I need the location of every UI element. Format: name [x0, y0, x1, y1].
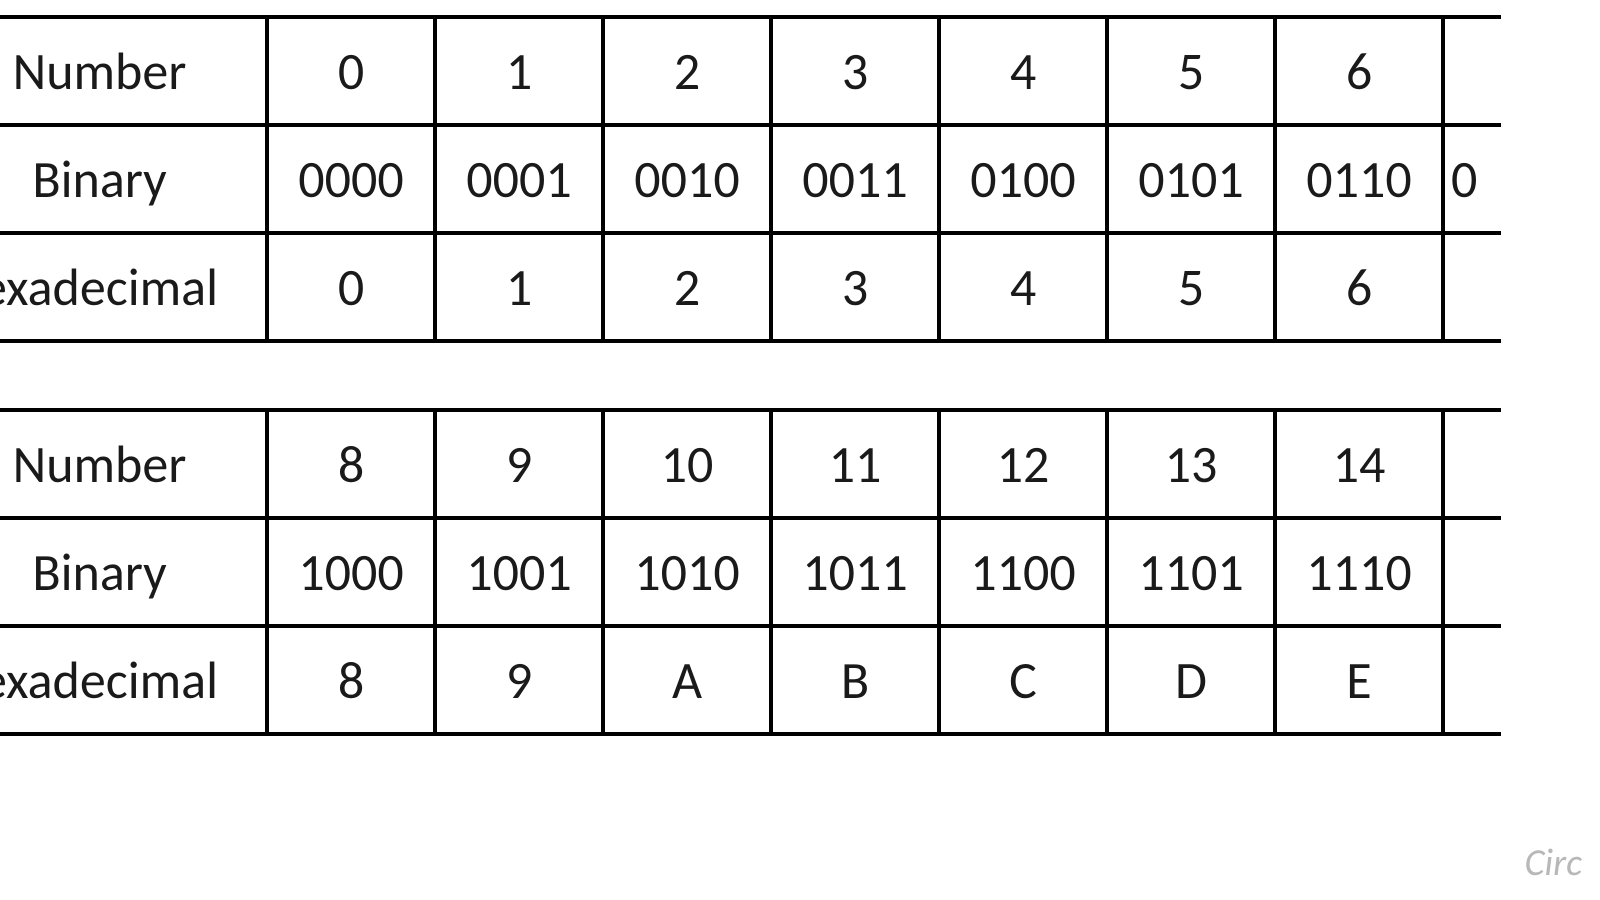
- table-container: Number 0 1 2 3 4 5 6 Binary 0000 0001 00…: [0, 15, 1501, 736]
- cell-hex: D: [1107, 626, 1275, 734]
- cell-binary: 1110: [1275, 518, 1443, 626]
- row-header-hexadecimal: exadecimal: [0, 233, 267, 341]
- cell-number: 2: [603, 17, 771, 125]
- cell-partial: 0: [1443, 125, 1501, 233]
- cell-number: 9: [435, 410, 603, 518]
- watermark-text: Circ: [1525, 840, 1582, 886]
- table-row: Number 8 9 10 11 12 13 14: [0, 410, 1501, 518]
- cell-binary: 1100: [939, 518, 1107, 626]
- cell-number: 12: [939, 410, 1107, 518]
- cell-hex: A: [603, 626, 771, 734]
- cell-number: 6: [1275, 17, 1443, 125]
- cell-binary: 1011: [771, 518, 939, 626]
- cell-partial: [1443, 518, 1501, 626]
- row-header-binary: Binary: [0, 518, 267, 626]
- cell-partial: [1443, 233, 1501, 341]
- cell-binary: 0110: [1275, 125, 1443, 233]
- cell-partial: [1443, 626, 1501, 734]
- cell-hex: 8: [267, 626, 435, 734]
- cell-partial: [1443, 410, 1501, 518]
- cell-number: 3: [771, 17, 939, 125]
- table-row: Binary 0000 0001 0010 0011 0100 0101 011…: [0, 125, 1501, 233]
- row-header-binary: Binary: [0, 125, 267, 233]
- cell-binary: 0000: [267, 125, 435, 233]
- cell-number: 8: [267, 410, 435, 518]
- cell-hex: 5: [1107, 233, 1275, 341]
- cell-number: 1: [435, 17, 603, 125]
- table-row: Number 0 1 2 3 4 5 6: [0, 17, 1501, 125]
- cell-binary: 1000: [267, 518, 435, 626]
- row-header-number: Number: [0, 410, 267, 518]
- cell-hex: 4: [939, 233, 1107, 341]
- cell-number: 5: [1107, 17, 1275, 125]
- cell-number: 10: [603, 410, 771, 518]
- cell-hex: E: [1275, 626, 1443, 734]
- table-row: exadecimal 8 9 A B C D E: [0, 626, 1501, 734]
- cell-hex: 2: [603, 233, 771, 341]
- cell-hex: C: [939, 626, 1107, 734]
- cell-hex: 1: [435, 233, 603, 341]
- cell-number: 4: [939, 17, 1107, 125]
- cell-partial: [1443, 17, 1501, 125]
- cell-number: 0: [267, 17, 435, 125]
- cell-number: 11: [771, 410, 939, 518]
- cell-binary: 0101: [1107, 125, 1275, 233]
- cell-binary: 0011: [771, 125, 939, 233]
- row-header-hexadecimal: exadecimal: [0, 626, 267, 734]
- cell-binary: 0010: [603, 125, 771, 233]
- conversion-table-lower: Number 8 9 10 11 12 13 14 Binary 1000 10…: [0, 408, 1501, 736]
- cell-hex: B: [771, 626, 939, 734]
- table-row: exadecimal 0 1 2 3 4 5 6: [0, 233, 1501, 341]
- cell-binary: 1001: [435, 518, 603, 626]
- cell-hex: 6: [1275, 233, 1443, 341]
- cell-hex: 3: [771, 233, 939, 341]
- cell-binary: 0100: [939, 125, 1107, 233]
- cell-hex: 0: [267, 233, 435, 341]
- table-row: Binary 1000 1001 1010 1011 1100 1101 111…: [0, 518, 1501, 626]
- cell-binary: 1101: [1107, 518, 1275, 626]
- cell-hex: 9: [435, 626, 603, 734]
- cell-number: 14: [1275, 410, 1443, 518]
- cell-binary: 0001: [435, 125, 603, 233]
- row-header-number: Number: [0, 17, 267, 125]
- cell-number: 13: [1107, 410, 1275, 518]
- cell-binary: 1010: [603, 518, 771, 626]
- conversion-table-upper: Number 0 1 2 3 4 5 6 Binary 0000 0001 00…: [0, 15, 1501, 343]
